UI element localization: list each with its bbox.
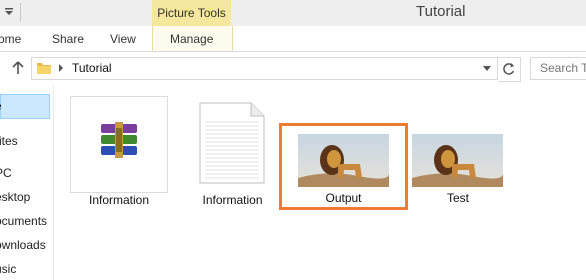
up-arrow-icon[interactable] [11, 60, 25, 76]
text-document-icon [199, 102, 265, 184]
tab-home[interactable]: ome [0, 26, 21, 51]
search-input[interactable]: Search T [530, 57, 586, 80]
breadcrumb-chevron-icon[interactable] [58, 64, 64, 72]
nav-item-favorites[interactable]: rites [0, 134, 18, 148]
folder-icon [37, 63, 51, 74]
file-item-selected[interactable]: Output [282, 126, 405, 207]
nav-selection-highlight [0, 94, 50, 119]
breadcrumb-tutorial[interactable]: Tutorial [72, 61, 112, 75]
address-bar[interactable]: Tutorial [31, 57, 498, 80]
file-name-label: Information [88, 193, 150, 207]
address-dropdown-icon[interactable] [483, 66, 491, 71]
quick-access-dropdown-icon[interactable] [4, 6, 14, 18]
file-name-label: Output [325, 191, 362, 205]
file-item[interactable]: Test [410, 126, 506, 207]
title-bar: Picture Tools Tutorial [0, 0, 586, 26]
nav-item-home[interactable]: e [0, 99, 2, 113]
nav-item-this-pc[interactable]: PC [0, 166, 12, 180]
refresh-button[interactable] [498, 57, 521, 82]
nav-item-documents[interactable]: ocuments [0, 214, 47, 228]
nav-item-music[interactable]: usic [0, 262, 16, 276]
file-item[interactable]: Information [70, 96, 168, 211]
tab-view[interactable]: View [110, 26, 136, 51]
file-item[interactable]: Information [185, 96, 280, 211]
picture-tools-header: Picture Tools [152, 0, 231, 26]
refresh-icon [503, 63, 515, 75]
file-name-label: Information [202, 193, 263, 207]
nav-item-desktop[interactable]: esktop [0, 190, 30, 204]
lion-image-thumbnail [298, 134, 389, 187]
nav-item-downloads[interactable]: ownloads [0, 238, 46, 252]
lion-image-thumbnail [412, 134, 503, 187]
file-name-label: Test [446, 191, 469, 205]
ribbon-tabs: ome Share View Manage [0, 26, 586, 52]
search-placeholder: Search T [540, 61, 586, 75]
navigation-pane: e rites PC esktop ocuments ownloads usic [0, 86, 54, 280]
window-title: Tutorial [416, 3, 466, 20]
tab-manage[interactable]: Manage [170, 26, 213, 51]
winrar-archive-icon [101, 122, 137, 158]
toolbar-separator [20, 3, 21, 22]
tab-share[interactable]: Share [52, 26, 84, 51]
